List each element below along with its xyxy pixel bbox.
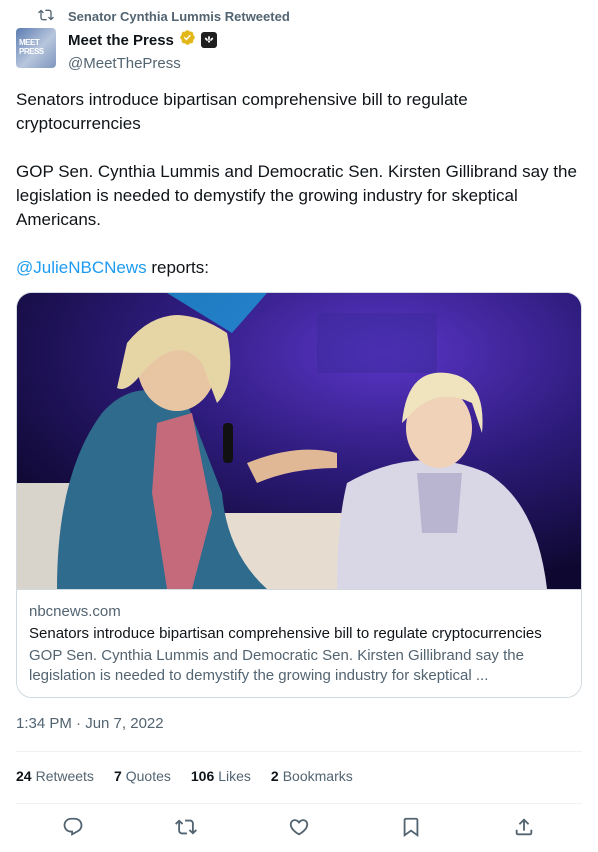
retweeted-by[interactable]: Senator Cynthia Lummis Retweeted (38, 7, 290, 26)
author-name[interactable]: Meet the Press (68, 32, 174, 49)
divider (16, 803, 582, 804)
likes-count: 106 (190, 768, 215, 784)
avatar[interactable]: MEET PRESS (16, 28, 56, 68)
retweets-stat[interactable]: 24 Retweets (16, 768, 94, 784)
tweet-mention-line: @JulieNBCNews reports: (16, 256, 582, 280)
author-handle[interactable]: @MeetThePress (68, 55, 217, 72)
retweets-label: Retweets (35, 768, 94, 784)
gold-verified-badge-icon[interactable] (179, 29, 196, 51)
card-photo[interactable] (17, 293, 581, 589)
retweet-icon[interactable] (174, 816, 197, 838)
card-domain: nbcnews.com (29, 603, 121, 620)
card-title: Senators introduce bipartisan comprehens… (29, 625, 542, 642)
likes-stat[interactable]: 106 Likes (191, 768, 251, 784)
photo-illustration (17, 293, 581, 589)
author-block: Meet the Press @MeetThePress (68, 29, 217, 72)
retweets-count: 24 (16, 768, 32, 784)
reply-icon[interactable] (62, 816, 84, 838)
bookmarks-stat[interactable]: 2 Bookmarks (271, 768, 353, 784)
quotes-label: Quotes (125, 768, 171, 784)
divider (16, 751, 582, 752)
bookmarks-label: Bookmarks (282, 768, 353, 784)
engagement-stats: 24 Retweets 7 Quotes 106 Likes 2 Bookmarks (16, 768, 353, 784)
mention-link[interactable]: @JulieNBCNews (16, 258, 147, 277)
bookmark-icon[interactable] (400, 816, 422, 838)
avatar-text: MEET PRESS (19, 38, 44, 56)
card-description: GOP Sen. Cynthia Lummis and Democratic S… (29, 647, 524, 684)
tweet-text: Senators introduce bipartisan comprehens… (16, 88, 582, 304)
link-preview-card[interactable]: nbcnews.com Senators introduce bipartisa… (16, 292, 582, 698)
mention-suffix: reports: (146, 258, 209, 277)
like-icon[interactable] (288, 816, 310, 838)
quotes-stat[interactable]: 7 Quotes (114, 768, 171, 784)
bookmarks-count: 2 (270, 768, 279, 784)
action-bar (16, 816, 582, 838)
card-body[interactable]: nbcnews.com Senators introduce bipartisa… (17, 589, 581, 697)
nbc-peacock-icon[interactable] (200, 32, 217, 48)
likes-label: Likes (218, 768, 251, 784)
retweeted-by-text: Senator Cynthia Lummis Retweeted (68, 9, 290, 24)
share-icon[interactable] (513, 816, 535, 838)
tweet-paragraph: GOP Sen. Cynthia Lummis and Democratic S… (16, 162, 577, 229)
quotes-count: 7 (113, 768, 122, 784)
tweet-paragraph: Senators introduce bipartisan comprehens… (16, 90, 468, 133)
retweet-icon (38, 7, 54, 26)
tweet-timestamp[interactable]: 1:34 PM · Jun 7, 2022 (16, 715, 164, 732)
